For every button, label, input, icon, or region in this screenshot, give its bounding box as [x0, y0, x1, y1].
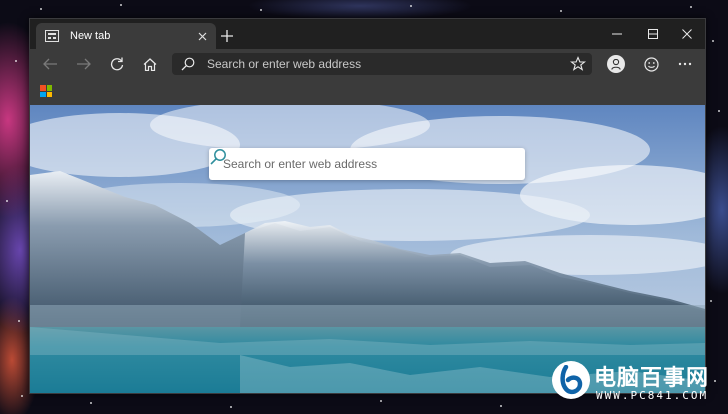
watermark-url: WWW.PC841.COM: [596, 389, 709, 402]
close-icon[interactable]: [194, 28, 210, 44]
maximize-button[interactable]: [635, 19, 671, 49]
watermark: 电脑百事网 WWW.PC841.COM: [552, 358, 724, 410]
smiley-icon[interactable]: [639, 52, 663, 76]
new-tab-search-input[interactable]: [221, 156, 525, 172]
tab-page-icon: [44, 28, 60, 44]
address-bar[interactable]: [172, 53, 592, 75]
watermark-logo: [552, 361, 590, 399]
forward-arrow-icon[interactable]: [72, 52, 96, 76]
profile-icon[interactable]: [607, 55, 625, 73]
microsoft-logo-icon[interactable]: [40, 85, 52, 97]
search-icon[interactable]: [209, 148, 227, 166]
new-tab-page: [30, 105, 705, 393]
new-tab-search-box[interactable]: [209, 148, 525, 180]
close-window-button[interactable]: [669, 19, 705, 49]
tab-new-tab[interactable]: New tab: [36, 23, 216, 49]
browser-window: New tab: [29, 18, 706, 394]
address-input[interactable]: [205, 56, 570, 72]
plus-icon[interactable]: [218, 27, 236, 45]
tab-title: New tab: [70, 30, 111, 42]
minimize-button[interactable]: [599, 19, 635, 49]
search-icon: [181, 57, 195, 71]
home-icon[interactable]: [138, 52, 162, 76]
favorites-bar: [30, 79, 705, 105]
navigation-toolbar: [30, 49, 705, 79]
refresh-icon[interactable]: [105, 52, 129, 76]
star-icon[interactable]: [570, 56, 586, 72]
back-arrow-icon[interactable]: [38, 52, 62, 76]
watermark-brand: 电脑百事网: [594, 366, 710, 391]
more-icon[interactable]: [673, 52, 697, 76]
